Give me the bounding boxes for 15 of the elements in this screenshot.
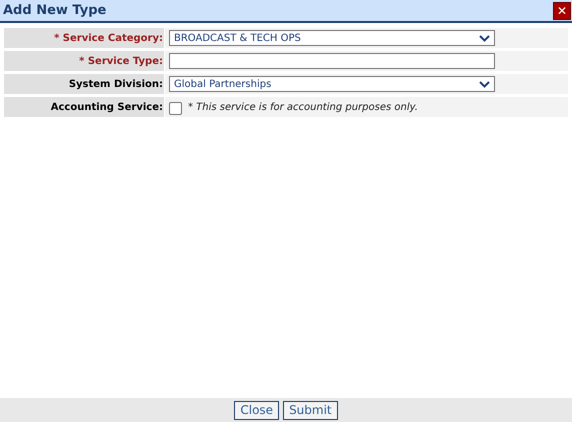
field-label: System Division: [68, 78, 163, 92]
dropdown[interactable]: Global Partnerships [169, 76, 495, 92]
checkbox[interactable] [169, 102, 182, 114]
input-field[interactable] [169, 53, 495, 69]
dropdown[interactable]: BROADCAST & TECH OPS [169, 30, 495, 46]
field-label: * Service Category: [54, 32, 163, 46]
field-label: * Service Type: [79, 54, 163, 68]
note-text: * This service is for accounting purposes only. [188, 100, 418, 114]
window-title: Add New Type [3, 2, 106, 20]
chevron-down-icon [479, 34, 490, 42]
dialog-button[interactable]: Close [234, 400, 280, 420]
dialog-button[interactable]: Submit [283, 400, 338, 420]
chevron-down-icon [479, 80, 490, 88]
field-label: Accounting Service: [50, 100, 163, 114]
close-button[interactable]: ✕ [553, 2, 571, 20]
